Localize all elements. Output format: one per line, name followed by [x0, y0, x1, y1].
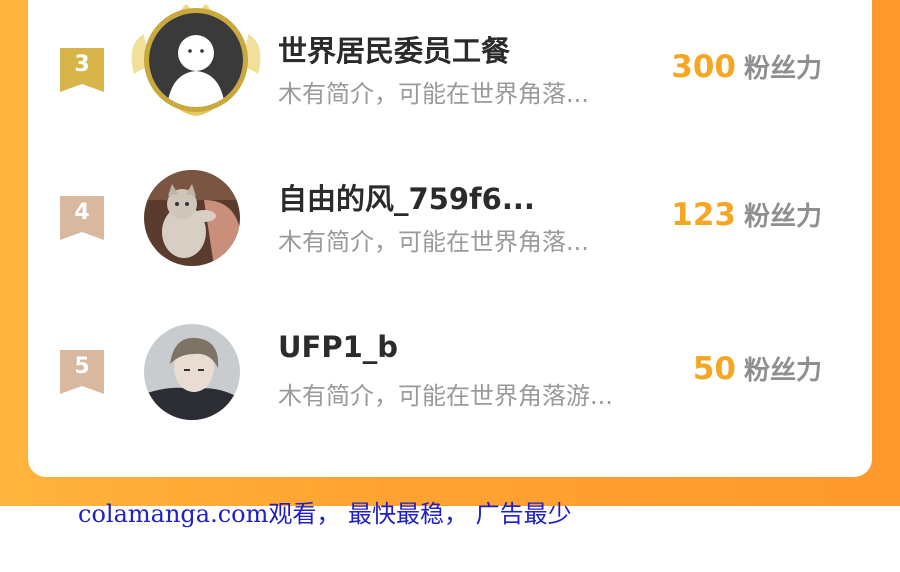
- user-name[interactable]: 自由的风_759f6...: [278, 176, 535, 218]
- rank-number: 4: [74, 200, 90, 225]
- anime-character-icon: [144, 324, 240, 420]
- rank-badge: 5: [60, 350, 104, 394]
- user-name[interactable]: UFP1_b: [278, 330, 398, 364]
- fans-unit: 粉丝力: [743, 202, 822, 232]
- ranking-row[interactable]: 4 自由的风_759f6... 木有简介，可能在世界角落... 123 粉丝力: [28, 158, 872, 278]
- fans-count: 50 粉丝力: [693, 350, 822, 387]
- avatar[interactable]: [144, 8, 248, 112]
- ranking-card: 3 世界居民委员工餐 木有简介，可能在世界角落... 300 粉丝力 4 自由的…: [28, 0, 872, 477]
- fans-count: 300 粉丝力: [671, 48, 822, 85]
- avatar[interactable]: [144, 170, 240, 266]
- rank-number: 5: [74, 354, 90, 379]
- fans-value: 300: [671, 49, 736, 85]
- user-description: 木有简介，可能在世界角落游...: [278, 382, 613, 410]
- ranking-row[interactable]: 3 世界居民委员工餐 木有简介，可能在世界角落... 300 粉丝力: [28, 4, 872, 124]
- ghost-avatar-icon: [149, 13, 243, 107]
- page: 3 世界居民委员工餐 木有简介，可能在世界角落... 300 粉丝力 4 自由的…: [0, 0, 900, 572]
- user-description: 木有简介，可能在世界角落...: [278, 80, 589, 108]
- fans-unit: 粉丝力: [743, 54, 822, 84]
- rank-badge: 3: [60, 48, 104, 92]
- rank-badge: 4: [60, 196, 104, 240]
- ranking-row[interactable]: 5 UFP1_b 木有简介，可能在世界角落游... 50 粉丝力: [28, 312, 872, 432]
- footer-watermark: colamanga.com观看， 最快最稳， 广告最少: [78, 500, 572, 528]
- fans-count: 123 粉丝力: [671, 196, 822, 233]
- fans-unit: 粉丝力: [743, 356, 822, 386]
- fans-value: 50: [692, 351, 736, 387]
- user-name[interactable]: 世界居民委员工餐: [278, 28, 510, 70]
- kitten-photo-icon: [144, 170, 240, 266]
- avatar[interactable]: [144, 324, 240, 420]
- user-description: 木有简介，可能在世界角落...: [278, 228, 589, 256]
- rank-number: 3: [74, 52, 90, 77]
- fans-value: 123: [671, 197, 736, 233]
